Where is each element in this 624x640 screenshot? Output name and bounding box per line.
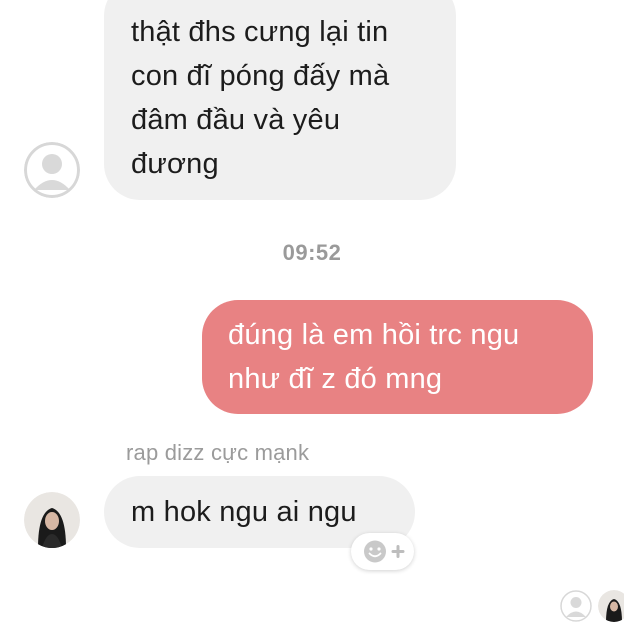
message-line: đương (131, 148, 219, 180)
message-line: đâm đầu và yêu (131, 104, 341, 136)
seen-receipt-avatar (560, 590, 592, 622)
default-avatar-icon[interactable] (24, 142, 80, 198)
message-line: con đĩ póng đấy mà (131, 60, 390, 92)
user-avatar (598, 590, 624, 622)
sender-name: rap dizz cực mạnk (126, 440, 310, 465)
message-line: như đĩ z đó mng (228, 363, 443, 395)
add-reaction-button[interactable] (351, 533, 414, 570)
message-timestamp: 09:52 (282, 240, 342, 265)
user-avatar[interactable] (24, 492, 80, 548)
incoming-message-bubble[interactable]: thật đhs cưng lại tin con đĩ póng đấy mà… (104, 0, 456, 200)
message-line: đúng là em hồi trc ngu (228, 319, 520, 351)
seen-receipt-avatar (598, 590, 624, 622)
message-line: m hok ngu ai ngu (131, 496, 357, 528)
default-avatar-icon (560, 590, 592, 622)
outgoing-message-bubble[interactable]: đúng là em hồi trc ngu như đĩ z đó mng (202, 300, 593, 414)
add-reaction-icon (364, 540, 405, 563)
message-line: thật đhs cưng lại tin (131, 16, 389, 48)
